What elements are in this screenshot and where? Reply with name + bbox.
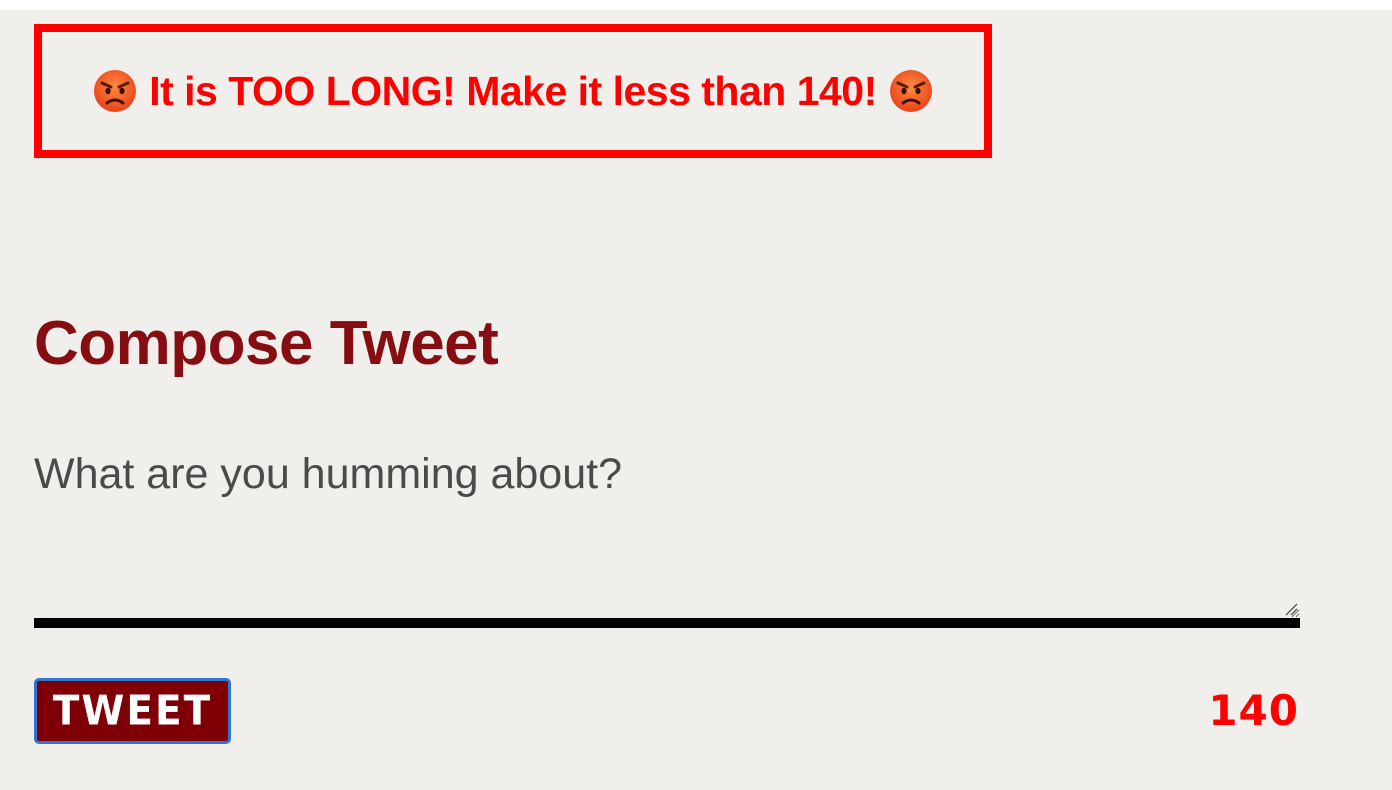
tweet-button-label: TWEET (52, 687, 213, 735)
character-counter: 140 (1208, 686, 1299, 735)
angry-face-icon (889, 70, 932, 112)
resize-handle-icon[interactable] (1283, 601, 1299, 617)
tweet-textarea[interactable] (34, 530, 1300, 628)
error-alert: It is TOO LONG! Make it less than 140! (34, 24, 992, 158)
alert-message: It is TOO LONG! Make it less than 140! (149, 67, 877, 114)
angry-face-icon (94, 70, 137, 112)
tweet-button[interactable]: TWEET (34, 678, 231, 744)
page-title: Compose Tweet (34, 309, 499, 378)
page-background: It is TOO LONG! Make it less than 140! C… (0, 10, 1392, 790)
compose-prompt-label: What are you humming about? (34, 450, 622, 498)
